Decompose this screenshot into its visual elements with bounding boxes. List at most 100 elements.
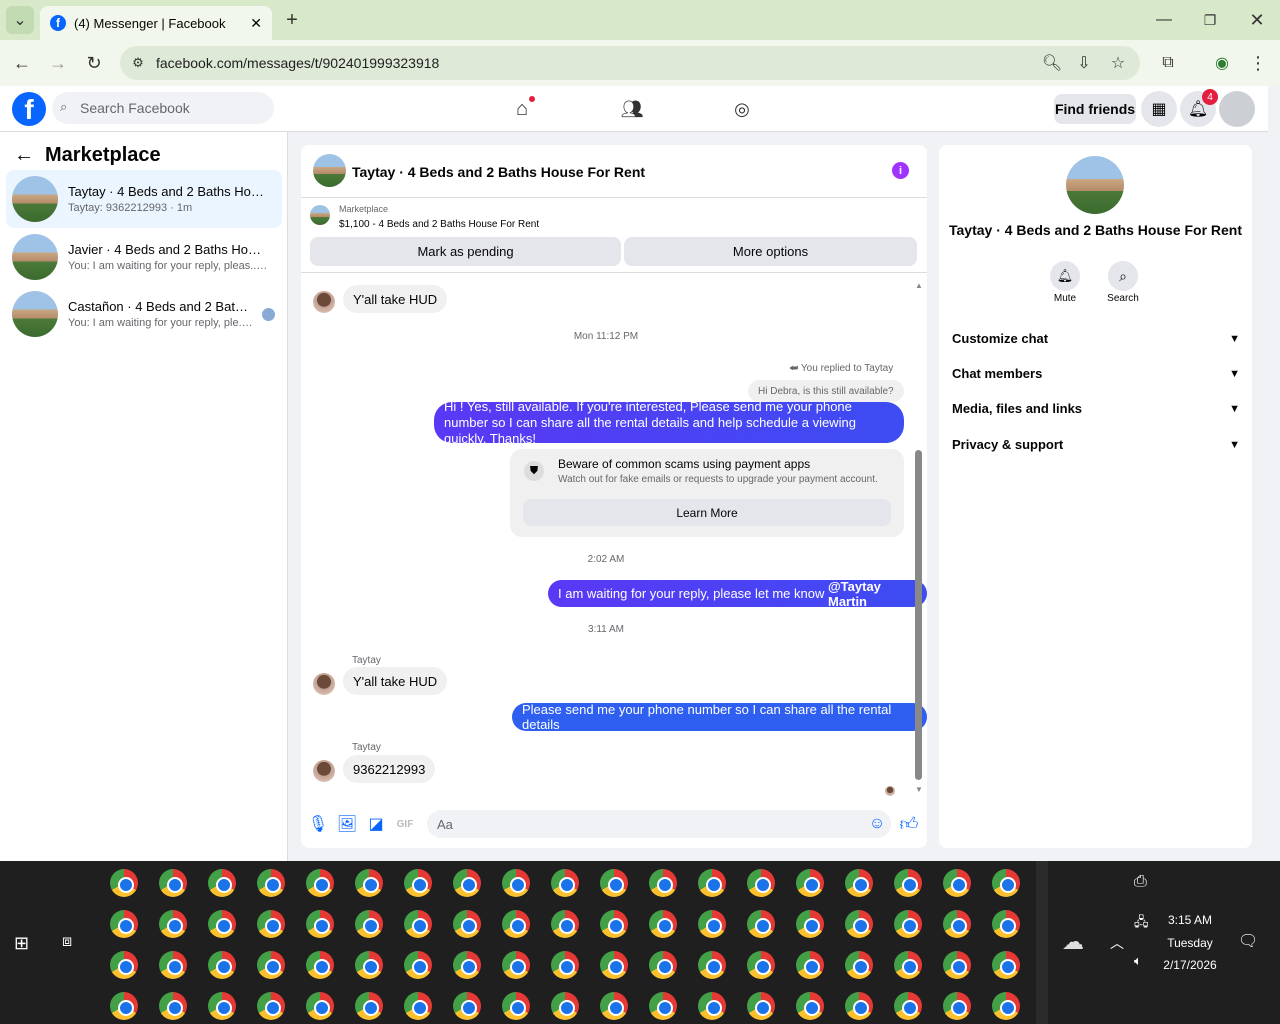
more-options-button[interactable]: More options [624,237,917,266]
taskbar-chrome-icon[interactable] [208,910,236,938]
taskbar-chrome-icon[interactable] [110,869,138,897]
taskbar-chrome-icon[interactable] [208,992,236,1020]
scroll-down-icon[interactable]: ▼ [915,785,923,794]
reload-icon[interactable]: ↻ [80,49,108,77]
start-windows-icon[interactable]: ⊞ [14,933,29,954]
back-icon[interactable]: ← [8,49,36,77]
new-tab-icon[interactable]: + [278,6,306,34]
taskbar-chrome-icon[interactable] [894,992,922,1020]
taskbar-chrome-icon[interactable] [404,951,432,979]
taskbar-chrome-icon[interactable] [404,910,432,938]
taskbar-chrome-icon[interactable] [600,992,628,1020]
menu-grid-icon[interactable]: ▦ [1141,91,1177,127]
learn-more-button[interactable]: Learn More [523,499,891,526]
close-window-icon[interactable]: ✕ [1243,6,1271,34]
show-hidden-icons-chevron-icon[interactable]: ︿ [1110,933,1124,953]
taskbar-chrome-icon[interactable] [992,951,1020,979]
taskbar-chrome-icon[interactable] [845,910,873,938]
address-bar[interactable]: ⚙ facebook.com/messages/t/90240199932391… [120,46,1140,80]
taskbar-chrome-icon[interactable] [404,992,432,1020]
weather-icon[interactable]: ☁ [1062,929,1084,955]
taskbar-chrome-icon[interactable] [159,910,187,938]
taskbar-chrome-icon[interactable] [551,992,579,1020]
taskbar-chrome-icon[interactable] [551,869,579,897]
media-files-section[interactable]: Media, files and links ▼ [952,401,1240,416]
taskbar-chrome-icon[interactable] [453,869,481,897]
emoji-icon[interactable]: ☺ [863,810,891,838]
listing-price[interactable]: $1,100 - 4 Beds and 2 Baths House For Re… [339,219,539,230]
taskbar-chrome-icon[interactable] [747,951,775,979]
taskbar-chrome-icon[interactable] [110,992,138,1020]
taskbar-chrome-icon[interactable] [110,910,138,938]
photo-icon[interactable]: 🖼︎ [333,810,361,838]
mention[interactable]: @Taytay Martin [828,579,917,609]
forward-icon[interactable]: → [44,49,72,77]
taskbar-chrome-icon[interactable] [502,992,530,1020]
notification-center-icon[interactable]: 🗨 [1238,931,1258,951]
taskbar-chrome-icon[interactable] [845,951,873,979]
taskbar-chrome-icon[interactable] [747,992,775,1020]
taskbar-chrome-icon[interactable] [551,910,579,938]
taskbar-chrome-icon[interactable] [698,992,726,1020]
taskbar-chrome-icon[interactable] [257,869,285,897]
taskbar-chrome-icon[interactable] [649,992,677,1020]
info-icon[interactable]: i [892,162,909,179]
taskbar-chrome-icon[interactable] [649,869,677,897]
taskbar-chrome-icon[interactable] [698,869,726,897]
tab-list-chevron-icon[interactable]: ⌄ [6,6,34,34]
taskbar-chrome-icon[interactable] [845,992,873,1020]
taskbar-chrome-icon[interactable] [943,992,971,1020]
taskbar-chrome-icon[interactable] [992,869,1020,897]
taskbar-chrome-icon[interactable] [600,869,628,897]
taskbar-chrome-icon[interactable] [796,910,824,938]
taskbar-chrome-icon[interactable] [502,869,530,897]
close-tab-icon[interactable]: ✕ [250,15,262,32]
taskbar-chrome-icon[interactable] [355,910,383,938]
site-info-icon[interactable]: ⚙ [124,49,152,77]
taskbar-chrome-icon[interactable] [943,869,971,897]
bookmark-star-icon[interactable]: ☆ [1104,49,1132,77]
volume-icon[interactable]: 🔈︎ [1134,953,1142,969]
taskbar-chrome-icon[interactable] [502,951,530,979]
mark-pending-button[interactable]: Mark as pending [310,237,621,266]
find-friends-button[interactable]: Find friends [1054,94,1136,124]
taskbar-chrome-icon[interactable] [306,869,334,897]
microphone-icon[interactable]: 🎙︎ [304,810,332,838]
network-icon[interactable]: 🖧 [1134,913,1149,935]
taskbar-chrome-icon[interactable] [159,869,187,897]
taskbar-chrome-icon[interactable] [404,869,432,897]
page-scrollbar[interactable] [1268,86,1280,861]
taskbar-chrome-icon[interactable] [159,992,187,1020]
taskbar-chrome-icon[interactable] [649,951,677,979]
taskbar-chrome-icon[interactable] [992,992,1020,1020]
taskbar-chrome-icon[interactable] [747,910,775,938]
extensions-icon[interactable]: ⧉ [1154,49,1182,77]
facebook-logo-icon[interactable]: f [12,92,46,126]
taskbar-chrome-icon[interactable] [208,869,236,897]
customize-chat-section[interactable]: Customize chat ▼ [952,331,1240,346]
taskbar-chrome-icon[interactable] [306,992,334,1020]
chat-members-section[interactable]: Chat members ▼ [952,366,1240,381]
taskbar-chrome-icon[interactable] [453,910,481,938]
friends-icon[interactable]: 👥︎ [618,95,646,123]
clock-time[interactable]: 3:15 AM [1160,913,1220,927]
taskbar-chrome-icon[interactable] [502,910,530,938]
taskbar-chrome-icon[interactable] [257,992,285,1020]
taskbar-chrome-icon[interactable] [355,869,383,897]
taskbar-chrome-icon[interactable] [845,869,873,897]
meet-now-icon[interactable]: ⎙ [1134,873,1147,891]
sticker-icon[interactable]: ◪ [362,810,390,838]
taskbar-chrome-icon[interactable] [551,951,579,979]
restore-icon[interactable]: ❐ [1196,6,1224,34]
like-icon[interactable]: 👍︎ [895,810,923,838]
taskbar-chrome-icon[interactable] [649,910,677,938]
scrollbar-thumb[interactable] [915,450,922,780]
search-facebook-input[interactable]: ⌕ Search Facebook [52,92,274,124]
chat-title[interactable]: Taytay · 4 Beds and 2 Baths House For Re… [352,164,645,180]
taskbar-chrome-icon[interactable] [110,951,138,979]
task-view-icon[interactable]: ⧈ [62,933,72,951]
taskbar-chrome-icon[interactable] [943,951,971,979]
taskbar-chrome-icon[interactable] [894,910,922,938]
taskbar-chrome-icon[interactable] [698,951,726,979]
back-arrow-icon[interactable]: ← [14,144,34,167]
